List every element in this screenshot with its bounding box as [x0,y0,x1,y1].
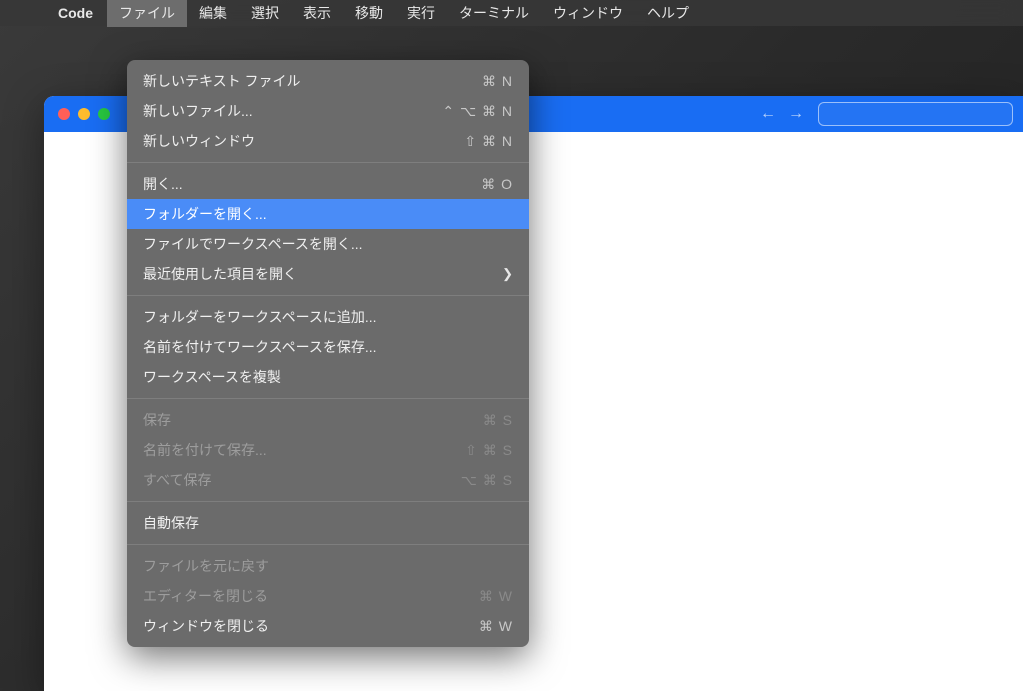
menu-item-label: 開く... [143,173,183,195]
menu-item-shortcut: ⌃ ⌥ ⌘ N [442,100,513,122]
menu-item-shortcut: ⌘ N [482,70,513,92]
menu-terminal[interactable]: ターミナル [447,0,541,27]
menu-new-text-file[interactable]: 新しいテキスト ファイル ⌘ N [127,66,529,96]
menu-item-label: 新しいウィンドウ [143,130,255,152]
menu-separator [127,162,529,163]
menu-item-label: 名前を付けてワークスペースを保存... [143,336,377,358]
menu-save-workspace-as[interactable]: 名前を付けてワークスペースを保存... [127,332,529,362]
menu-item-label: フォルダーを開く... [143,203,267,225]
menu-open-folder[interactable]: フォルダーを開く... [127,199,529,229]
menu-item-label: ファイルを元に戻す [143,555,269,577]
menu-item-label: 最近使用した項目を開く [143,263,297,285]
menu-open-recent[interactable]: 最近使用した項目を開く ❯ [127,259,529,289]
menu-add-folder-workspace[interactable]: フォルダーをワークスペースに追加... [127,302,529,332]
menu-item-label: 新しいテキスト ファイル [143,70,300,92]
menu-edit[interactable]: 編集 [187,0,239,27]
menu-run[interactable]: 実行 [395,0,447,27]
forward-arrow-icon[interactable]: → [784,103,808,125]
menu-auto-save[interactable]: 自動保存 [127,508,529,538]
menu-revert-file[interactable]: ファイルを元に戻す [127,551,529,581]
close-button[interactable] [58,108,70,120]
menu-close-window[interactable]: ウィンドウを閉じる ⌘ W [127,611,529,641]
menu-item-label: ファイルでワークスペースを開く... [143,233,363,255]
menu-item-label: すべて保存 [143,469,211,491]
menu-item-label: ワークスペースを複製 [143,366,281,388]
menu-item-label: 名前を付けて保存... [143,439,267,461]
titlebar-right: ← → [756,102,1013,126]
menu-file[interactable]: ファイル [107,0,187,27]
menu-item-shortcut: ⇧ ⌘ S [465,439,513,461]
menu-selection[interactable]: 選択 [239,0,291,27]
menu-item-label: ウィンドウを閉じる [143,615,269,637]
menu-item-label: 保存 [143,409,171,431]
menu-help[interactable]: ヘルプ [635,0,701,27]
menu-separator [127,295,529,296]
menu-open-workspace[interactable]: ファイルでワークスペースを開く... [127,229,529,259]
macos-menubar: Code ファイル 編集 選択 表示 移動 実行 ターミナル ウィンドウ ヘルプ [0,0,1023,26]
menu-go[interactable]: 移動 [343,0,395,27]
traffic-lights [58,108,110,120]
menu-item-label: 自動保存 [143,512,199,534]
chevron-right-icon: ❯ [502,263,513,285]
menu-separator [127,544,529,545]
back-arrow-icon[interactable]: ← [756,103,780,125]
menu-separator [127,501,529,502]
menu-open[interactable]: 開く... ⌘ O [127,169,529,199]
maximize-button[interactable] [98,108,110,120]
menu-new-file[interactable]: 新しいファイル... ⌃ ⌥ ⌘ N [127,96,529,126]
menu-item-shortcut: ⇧ ⌘ N [464,130,513,152]
menu-new-window[interactable]: 新しいウィンドウ ⇧ ⌘ N [127,126,529,156]
menu-item-shortcut: ⌘ O [481,173,513,195]
menu-duplicate-workspace[interactable]: ワークスペースを複製 [127,362,529,392]
minimize-button[interactable] [78,108,90,120]
command-center-search[interactable] [818,102,1013,126]
menu-item-label: フォルダーをワークスペースに追加... [143,306,377,328]
menu-save[interactable]: 保存 ⌘ S [127,405,529,435]
menu-item-label: エディターを閉じる [143,585,268,607]
menu-item-shortcut: ⌥ ⌘ S [461,469,513,491]
app-name[interactable]: Code [48,1,103,25]
nav-arrows: ← → [756,103,808,125]
menu-item-label: 新しいファイル... [143,100,253,122]
menu-close-editor[interactable]: エディターを閉じる ⌘ W [127,581,529,611]
menu-item-shortcut: ⌘ W [479,615,513,637]
menu-window[interactable]: ウィンドウ [541,0,635,27]
menu-save-all[interactable]: すべて保存 ⌥ ⌘ S [127,465,529,495]
menu-view[interactable]: 表示 [291,0,343,27]
menu-separator [127,398,529,399]
file-menu-dropdown: 新しいテキスト ファイル ⌘ N 新しいファイル... ⌃ ⌥ ⌘ N 新しいウ… [127,60,529,647]
menu-item-shortcut: ⌘ W [479,585,513,607]
menu-item-shortcut: ⌘ S [483,409,513,431]
menu-save-as[interactable]: 名前を付けて保存... ⇧ ⌘ S [127,435,529,465]
